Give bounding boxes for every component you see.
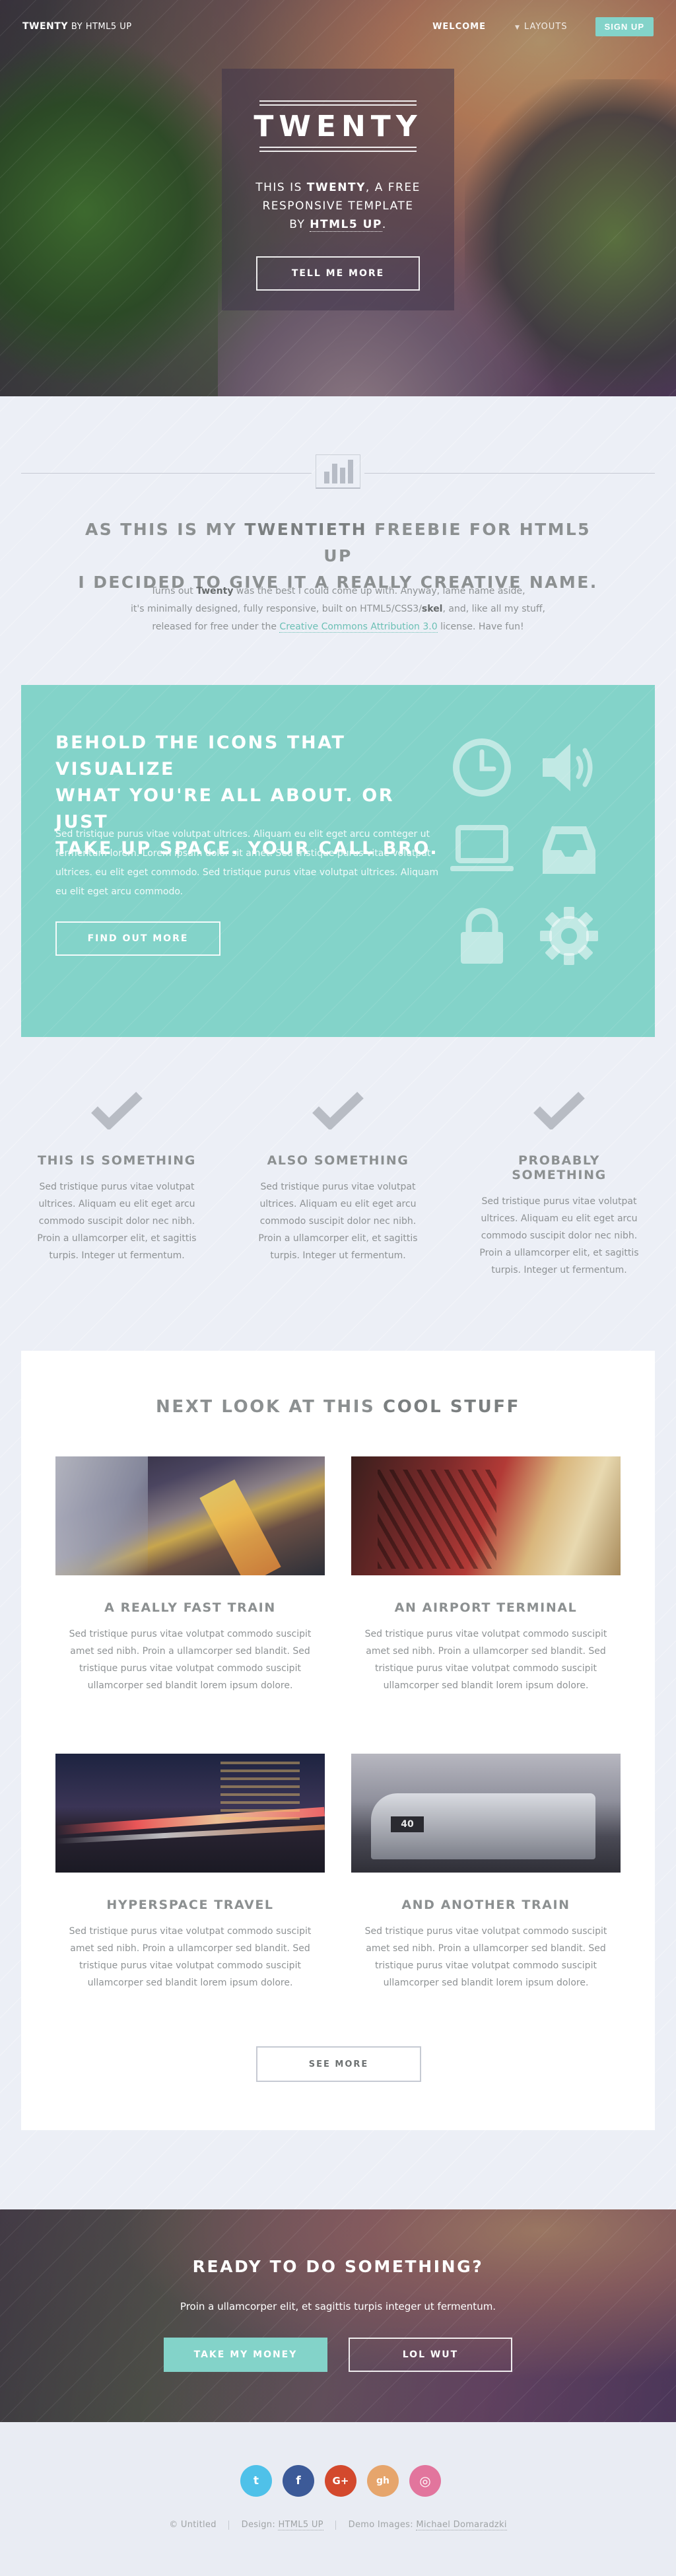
hero-intro-box: TWENTY THIS IS TWENTY, A FREE RESPONSIVE… [222, 69, 454, 310]
features-section: THIS IS SOMETHING Sed tristique purus vi… [0, 1037, 676, 1347]
card-item: HYPERSPACE TRAVEL Sed tristique purus vi… [55, 1754, 325, 1991]
icons-box-text: Sed tristique purus vitae volutpat ultri… [55, 829, 439, 897]
copyright-line: © Untitled Design: HTML5 UP Demo Images:… [0, 2520, 676, 2530]
checkmark-icon [312, 1091, 364, 1129]
inbox-icon [543, 826, 595, 874]
images-label: Demo Images: [348, 2520, 417, 2530]
checkmark-icon [91, 1091, 143, 1129]
feature-item: PROBABLY SOMETHING Sed tristique purus v… [470, 1090, 648, 1279]
site-logo[interactable]: TWENTY BY HTML5 UP [22, 21, 132, 32]
top-navigation-bar: TWENTY BY HTML5 UP WELCOME ▼ LAYOUTS SIGN… [0, 0, 676, 53]
site-footer: t f G+ gh ◎ © Untitled Design: HTML5 UP … [0, 2422, 676, 2576]
another-train-image[interactable]: 40 [351, 1754, 621, 1873]
logo-bold-text: TWENTY [22, 21, 68, 32]
twitter-icon[interactable]: t [240, 2465, 272, 2497]
divider-left [21, 473, 312, 474]
feature-item: ALSO SOMETHING Sed tristique purus vitae… [249, 1090, 427, 1264]
see-more-button[interactable]: SEE MORE [256, 2046, 421, 2082]
card-item: AN AIRPORT TERMINAL Sed tristique purus … [351, 1456, 621, 1694]
intro-section: AS THIS IS MY TWENTIETH FREEBIE FOR HTML… [0, 396, 676, 668]
checkmark-icon [533, 1091, 585, 1129]
lock-icon [461, 908, 503, 964]
cool-stuff-section: NEXT LOOK AT THIS COOL STUFF A REALLY FA… [21, 1351, 655, 2130]
footer-separator [228, 2520, 230, 2530]
feature-title: PROBABLY SOMETHING [512, 1153, 607, 1182]
design-label: Design: [241, 2520, 279, 2530]
card-item: 40 AND ANOTHER TRAIN Sed tristique purus… [351, 1754, 621, 1991]
card-text: Sed tristique purus vitae volutpat commo… [69, 1629, 312, 1691]
license-link[interactable]: Creative Commons Attribution 3.0 [279, 622, 438, 633]
chevron-down-icon: ▼ [515, 24, 520, 31]
hero-banner: TWENTY BY HTML5 UP WELCOME ▼ LAYOUTS SIGN… [0, 0, 676, 396]
hero-title: TWENTY [254, 110, 422, 143]
cta-text: Proin a ullamcorper elit, et sagittis tu… [180, 2301, 496, 2312]
feature-text: Sed tristique purus vitae volutpat ultri… [37, 1182, 197, 1261]
card-text: Sed tristique purus vitae volutpat commo… [364, 1926, 607, 1988]
volume-icon [543, 744, 593, 791]
hero-title-rule-top-2 [259, 104, 417, 106]
design-credit-link[interactable]: HTML5 UP [278, 2520, 323, 2530]
find-out-more-button[interactable]: FIND OUT MORE [55, 921, 220, 956]
github-icon[interactable]: gh [367, 2465, 399, 2497]
gear-icon [540, 907, 598, 965]
google-plus-icon[interactable]: G+ [325, 2465, 356, 2497]
html5up-link[interactable]: HTML5 UP [310, 218, 382, 232]
tell-me-more-button[interactable]: TELL ME MORE [256, 256, 420, 291]
hyperspace-travel-image[interactable] [55, 1754, 325, 1873]
footer-separator [335, 2520, 337, 2530]
logo-rest-text: BY HTML5 UP [71, 22, 132, 32]
laptop-icon [450, 825, 514, 871]
feature-title: THIS IS SOMETHING [38, 1153, 196, 1168]
images-credit-link[interactable]: Michael Domaradzki [416, 2520, 507, 2530]
card-title: AND ANOTHER TRAIN [401, 1898, 570, 1912]
feature-item: THIS IS SOMETHING Sed tristique purus vi… [28, 1090, 206, 1264]
card-title: HYPERSPACE TRAVEL [106, 1898, 274, 1912]
nav-layouts-label: LAYOUTS [524, 21, 568, 32]
copyright-text: © Untitled [169, 2520, 217, 2530]
divider-right [364, 473, 655, 474]
feature-text: Sed tristique purus vitae volutpat ultri… [258, 1182, 418, 1261]
bar-chart-icon [316, 454, 360, 489]
dribbble-icon[interactable]: ◎ [409, 2465, 441, 2497]
signup-button[interactable]: SIGN UP [595, 17, 654, 36]
cta-stripe-overlay [0, 2209, 676, 2422]
airport-terminal-image[interactable] [351, 1456, 621, 1575]
card-title: A REALLY FAST TRAIN [104, 1600, 276, 1615]
lol-wut-button[interactable]: LOL WUT [349, 2338, 512, 2372]
hero-title-rule-bottom [259, 147, 417, 148]
card-title: AN AIRPORT TERMINAL [394, 1600, 578, 1615]
fast-train-image[interactable] [55, 1456, 325, 1575]
hero-title-rule-top [259, 100, 417, 102]
card-item: A REALLY FAST TRAIN Sed tristique purus … [55, 1456, 325, 1694]
take-my-money-button[interactable]: TAKE MY MONEY [164, 2338, 327, 2372]
feature-title: ALSO SOMETHING [267, 1153, 409, 1168]
nav-welcome-link[interactable]: WELCOME [432, 22, 486, 32]
main-nav: WELCOME ▼ LAYOUTS SIGN UP [403, 17, 654, 36]
cta-heading: READY TO DO SOMETHING? [192, 2257, 484, 2276]
cool-stuff-heading: NEXT LOOK AT THIS COOL STUFF [155, 1397, 521, 1417]
call-to-action-banner: READY TO DO SOMETHING? Proin a ullamcorp… [0, 2209, 676, 2422]
social-links: t f G+ gh ◎ [240, 2465, 441, 2497]
intro-paragraph: Turns out Twenty was the best I could co… [130, 586, 546, 633]
hero-title-rule-bottom-2 [259, 151, 417, 152]
icons-feature-box: BEHOLD THE ICONS THAT VISUALIZE WHAT YOU… [21, 685, 655, 1037]
facebook-icon[interactable]: f [283, 2465, 314, 2497]
nav-layouts-dropdown[interactable]: ▼ LAYOUTS [515, 22, 568, 32]
hero-subtitle: THIS IS TWENTY, A FREE RESPONSIVE TEMPLA… [255, 181, 421, 232]
card-text: Sed tristique purus vitae volutpat commo… [364, 1629, 607, 1691]
clock-icon [453, 738, 511, 797]
feature-text: Sed tristique purus vitae volutpat ultri… [479, 1196, 639, 1275]
card-text: Sed tristique purus vitae volutpat commo… [69, 1926, 312, 1988]
